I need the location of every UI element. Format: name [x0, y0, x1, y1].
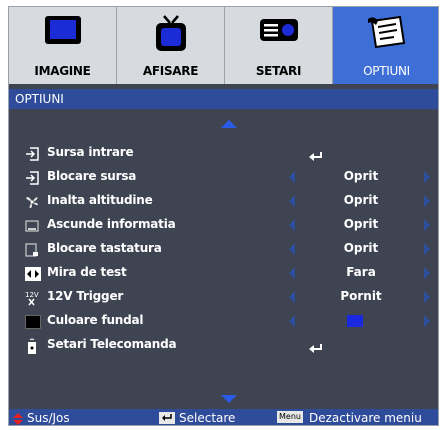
- arrow-left-icon[interactable]: [289, 171, 295, 183]
- enter-key-icon: [159, 412, 175, 425]
- background-color-icon: [25, 314, 41, 329]
- color-swatch: [347, 315, 363, 327]
- monitor-icon: [44, 15, 82, 51]
- input-lock-icon: [25, 170, 39, 185]
- enter-icon[interactable]: [309, 147, 323, 161]
- arrow-right-icon[interactable]: [424, 171, 430, 183]
- menu-row-label: Setari Telecomanda: [47, 337, 177, 351]
- menu-row-label: Blocare sursa: [47, 169, 137, 183]
- footer-bar: Sus/Jos Selectare Menu Dezactivare meniu: [9, 409, 438, 425]
- footer-select-label: Selectare: [179, 411, 236, 425]
- menu-row-sursa-intrare[interactable]: Sursa intrare: [9, 141, 438, 165]
- fan-icon: [25, 194, 39, 209]
- menu-row-label: Culoare fundal: [47, 313, 144, 327]
- menu-row-label: 12V Trigger: [47, 289, 124, 303]
- menu-row-value: Pornit: [340, 289, 382, 303]
- menu-row-inalta-altitudine[interactable]: Inalta altitudine Oprit: [9, 189, 438, 213]
- input-source-icon: [25, 146, 39, 161]
- arrow-left-icon[interactable]: [289, 219, 295, 231]
- projector-icon: [259, 15, 299, 49]
- menu-row-ascunde-informatia[interactable]: Ascunde informatia Oprit: [9, 213, 438, 237]
- menu-row-label: Blocare tastatura: [47, 241, 162, 255]
- menu-key-icon: Menu: [277, 411, 303, 423]
- tab-imagine[interactable]: IMAGINE: [9, 7, 117, 84]
- arrow-left-icon[interactable]: [289, 315, 295, 327]
- tab-setari[interactable]: SETARI: [225, 7, 333, 84]
- arrow-right-icon[interactable]: [424, 315, 430, 327]
- trigger-12v-icon: 12V: [25, 290, 39, 306]
- tv-icon: [154, 15, 188, 57]
- arrow-right-icon[interactable]: [424, 267, 430, 279]
- menu-row-label: Ascunde informatia: [47, 217, 176, 231]
- tab-label: AFISARE: [142, 64, 199, 78]
- scroll-down-arrow-icon[interactable]: [221, 395, 237, 403]
- test-pattern-icon: [25, 266, 41, 281]
- tab-optiuni[interactable]: OPTIUNI: [333, 7, 438, 84]
- arrow-left-icon[interactable]: [289, 291, 295, 303]
- menu-row-value: Fara: [346, 265, 376, 279]
- arrow-left-icon[interactable]: [289, 267, 295, 279]
- gear-paper-icon: [366, 15, 408, 55]
- svg-text:12V: 12V: [25, 291, 39, 299]
- tab-label: OPTIUNI: [363, 64, 410, 78]
- tab-label: IMAGINE: [34, 64, 91, 78]
- remote-icon: [25, 338, 39, 354]
- arrow-left-icon[interactable]: [289, 243, 295, 255]
- arrow-right-icon[interactable]: [424, 195, 430, 207]
- menu-row-value: Oprit: [343, 169, 379, 183]
- hide-info-icon: [25, 218, 39, 232]
- arrow-right-icon[interactable]: [424, 219, 430, 231]
- arrow-right-icon[interactable]: [424, 243, 430, 255]
- keypad-lock-icon: [25, 242, 39, 257]
- menu-row-value: Oprit: [343, 193, 379, 207]
- menu-row-mira-de-test[interactable]: Mira de test Fara: [9, 261, 438, 285]
- tab-label: SETARI: [255, 64, 302, 78]
- footer-nav-label: Sus/Jos: [27, 411, 70, 425]
- menu-row-label: Inalta altitudine: [47, 193, 153, 207]
- menu-row-setari-telecomanda[interactable]: Setari Telecomanda: [9, 333, 438, 357]
- menu-row-value: Oprit: [343, 217, 379, 231]
- menu-row-label: Mira de test: [47, 265, 127, 279]
- page-title: OPTIUNI: [9, 89, 438, 109]
- arrow-left-icon[interactable]: [289, 195, 295, 207]
- tab-afisare[interactable]: AFISARE: [117, 7, 225, 84]
- osd-menu: IMAGINE AFISARE SETARI OPTIUNI OPTIUNI S…: [8, 6, 439, 426]
- menu-row-label: Sursa intrare: [47, 145, 134, 159]
- tab-bar: IMAGINE AFISARE SETARI OPTIUNI: [9, 7, 438, 84]
- enter-icon[interactable]: [309, 339, 323, 353]
- menu-row-value: Oprit: [343, 241, 379, 255]
- menu-row-culoare-fundal[interactable]: Culoare fundal: [9, 309, 438, 333]
- arrow-right-icon[interactable]: [424, 291, 430, 303]
- menu-row-blocare-tastatura[interactable]: Blocare tastatura Oprit: [9, 237, 438, 261]
- menu-row-12v-trigger[interactable]: 12V 12V Trigger Pornit: [9, 285, 438, 309]
- scroll-up-arrow-icon[interactable]: [221, 120, 237, 128]
- menu-row-blocare-sursa[interactable]: Blocare sursa Oprit: [9, 165, 438, 189]
- footer-exit-label: Dezactivare meniu: [309, 411, 422, 425]
- up-down-icon: [13, 413, 23, 425]
